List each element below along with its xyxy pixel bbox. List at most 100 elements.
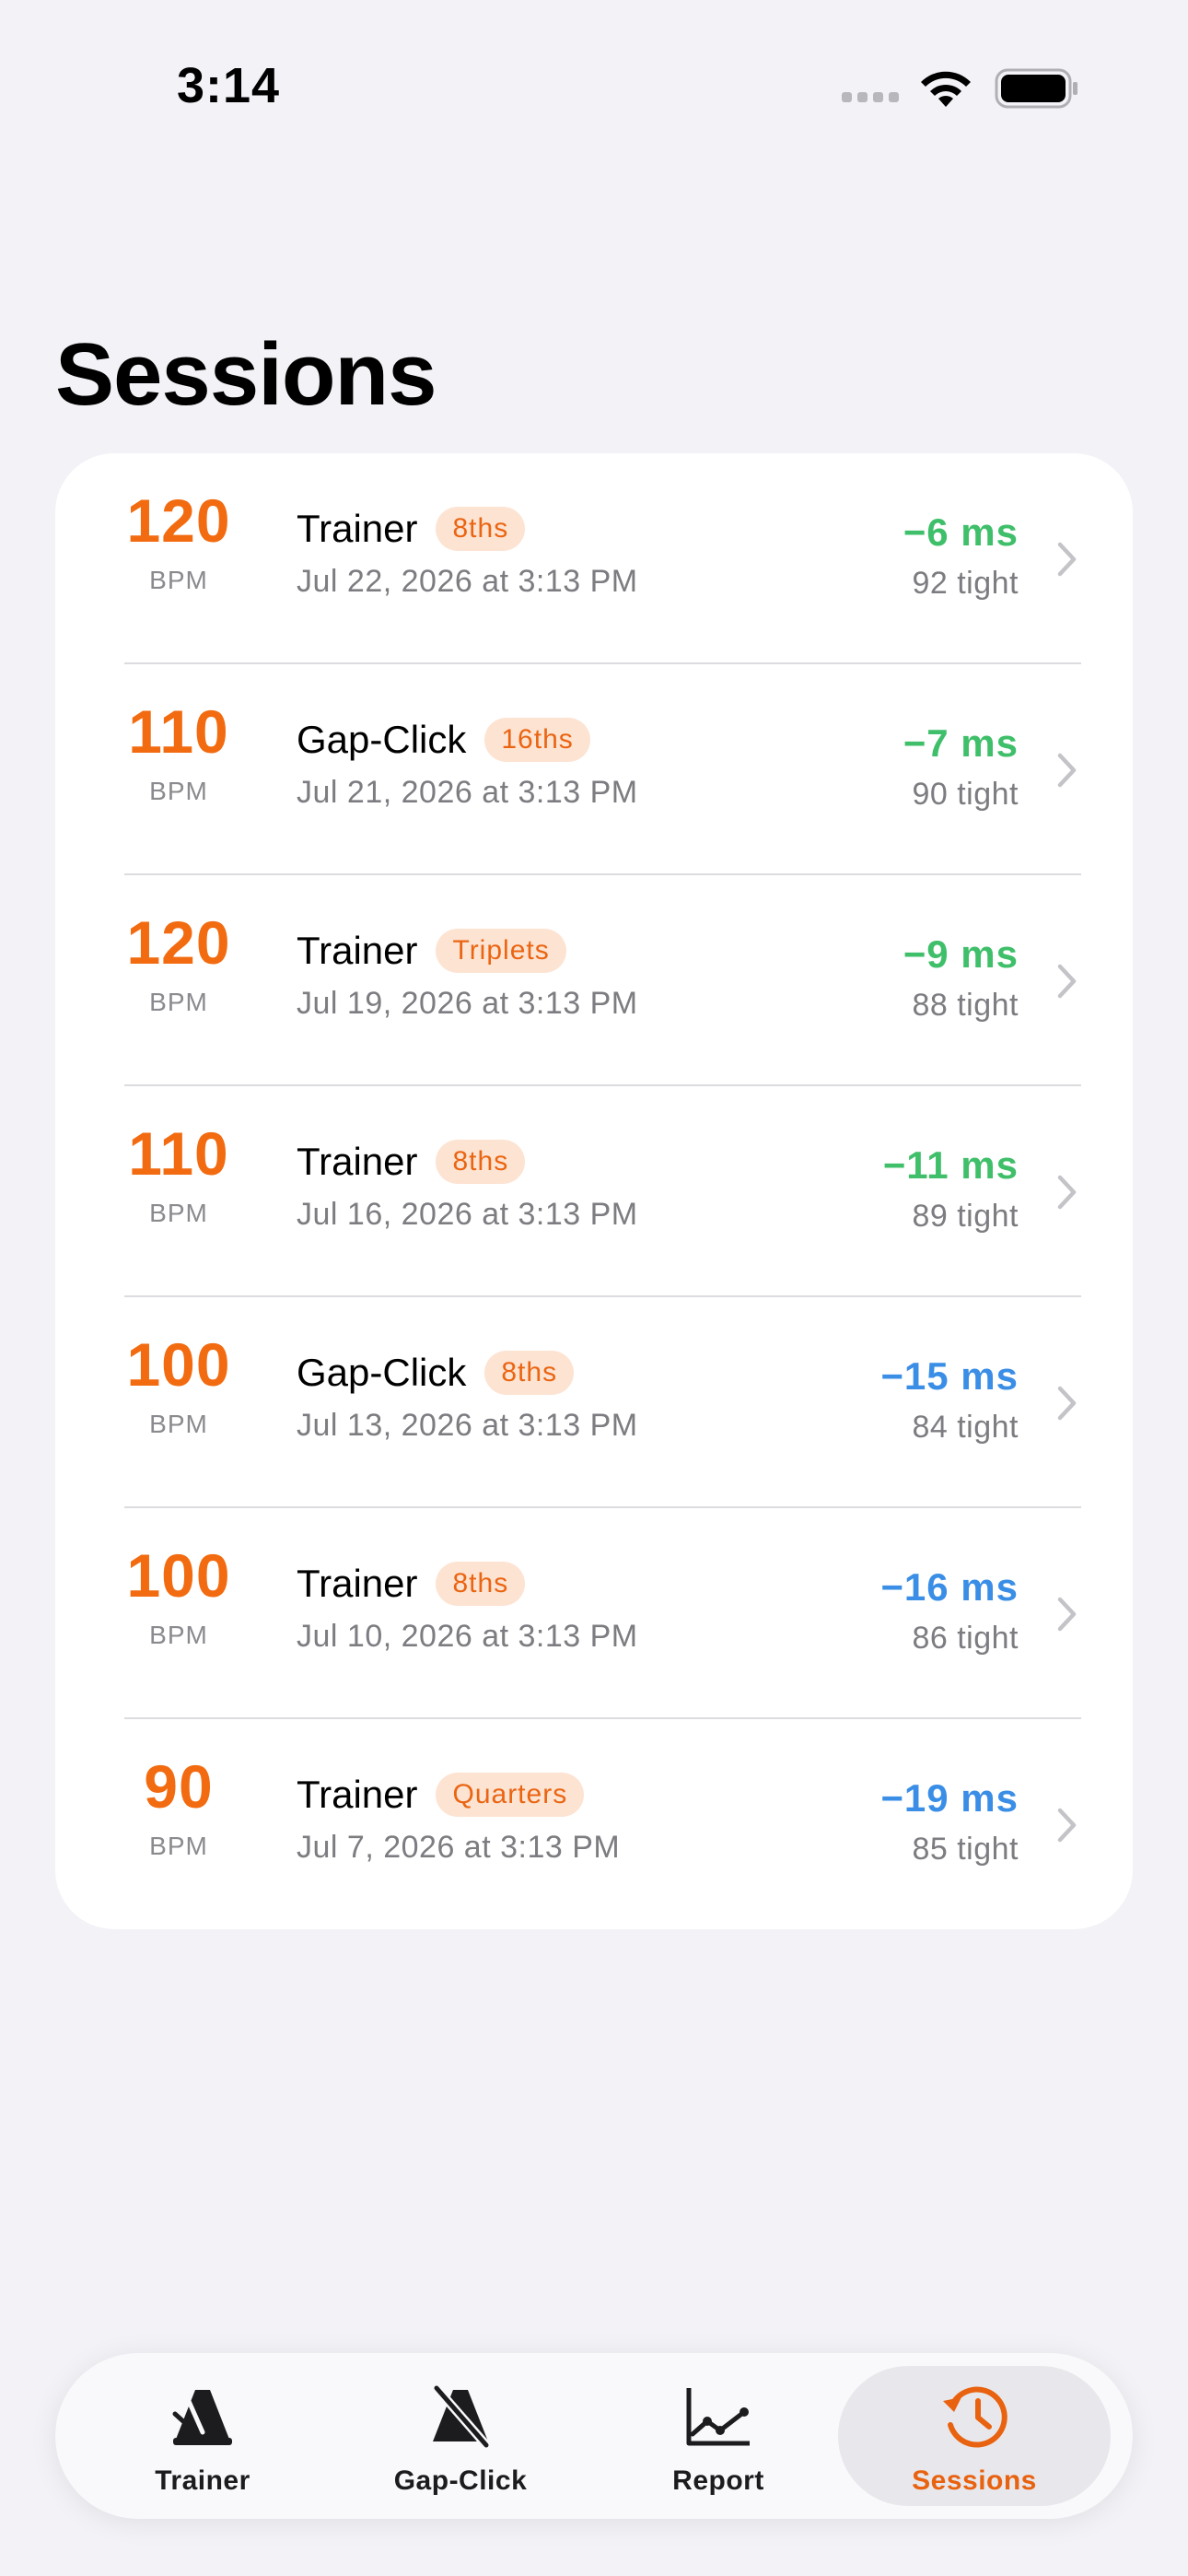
session-name: Trainer	[297, 1562, 418, 1605]
session-row[interactable]: 120 BPM Trainer 8ths Jul 22, 2026 at 3:1…	[55, 453, 1133, 664]
session-name: Trainer	[297, 929, 418, 972]
bpm-block: 100 BPM	[120, 1545, 238, 1650]
session-stats: −7 ms 90 tight	[903, 721, 1019, 813]
chevron-right-icon	[1057, 1808, 1077, 1843]
session-date: Jul 16, 2026 at 3:13 PM	[297, 1197, 638, 1232]
bpm-unit: BPM	[149, 988, 208, 1016]
session-name: Trainer	[297, 1773, 418, 1816]
timing-offset: −15 ms	[880, 1354, 1019, 1398]
session-date: Jul 10, 2026 at 3:13 PM	[297, 1619, 638, 1654]
bpm-value: 90	[144, 1752, 214, 1821]
tab-label: Report	[672, 2465, 764, 2496]
timing-offset: −9 ms	[903, 932, 1019, 976]
session-info: Gap-Click 16ths Jul 21, 2026 at 3:13 PM	[297, 718, 638, 811]
chevron-right-icon	[1057, 1386, 1077, 1421]
session-name: Trainer	[297, 1140, 418, 1183]
chevron-right-icon	[1057, 1597, 1077, 1632]
subdivision-badge: 16ths	[484, 718, 590, 762]
chevron-right-icon	[1057, 542, 1077, 577]
tab-sessions[interactable]: Sessions	[838, 2366, 1111, 2506]
tight-count: 89 tight	[912, 1199, 1019, 1234]
session-row[interactable]: 90 BPM Trainer Quarters Jul 7, 2026 at 3…	[55, 1719, 1133, 1930]
session-row[interactable]: 120 BPM Trainer Triplets Jul 19, 2026 at…	[55, 875, 1133, 1086]
session-date: Jul 13, 2026 at 3:13 PM	[297, 1408, 638, 1443]
bpm-block: 120 BPM	[120, 912, 238, 1017]
bpm-value: 100	[126, 1541, 231, 1610]
bpm-unit: BPM	[149, 1410, 208, 1438]
bpm-value: 110	[128, 697, 229, 766]
bpm-unit: BPM	[149, 566, 208, 594]
tight-count: 92 tight	[912, 566, 1019, 601]
session-date: Jul 22, 2026 at 3:13 PM	[297, 564, 638, 599]
session-info: Trainer 8ths Jul 10, 2026 at 3:13 PM	[297, 1562, 638, 1655]
status-time: 3:14	[177, 58, 281, 113]
session-stats: −11 ms 89 tight	[883, 1143, 1019, 1235]
session-stats: −6 ms 92 tight	[903, 510, 1019, 602]
subdivision-badge: Quarters	[436, 1773, 585, 1817]
tab-gap-click[interactable]: Gap-Click	[324, 2366, 597, 2506]
tab-label: Trainer	[155, 2465, 250, 2496]
session-date: Jul 19, 2026 at 3:13 PM	[297, 986, 638, 1021]
sessions-list: 120 BPM Trainer 8ths Jul 22, 2026 at 3:1…	[55, 453, 1133, 1929]
chart-line-icon	[686, 2388, 750, 2446]
session-row[interactable]: 100 BPM Gap-Click 8ths Jul 13, 2026 at 3…	[55, 1297, 1133, 1508]
chevron-right-icon	[1057, 1175, 1077, 1210]
tab-trainer[interactable]: Trainer	[66, 2366, 339, 2506]
session-row[interactable]: 100 BPM Trainer 8ths Jul 10, 2026 at 3:1…	[55, 1508, 1133, 1719]
subdivision-badge: Triplets	[436, 929, 566, 973]
session-info: Gap-Click 8ths Jul 13, 2026 at 3:13 PM	[297, 1351, 638, 1444]
session-row[interactable]: 110 BPM Trainer 8ths Jul 16, 2026 at 3:1…	[55, 1086, 1133, 1297]
session-stats: −19 ms 85 tight	[880, 1776, 1019, 1868]
bpm-block: 120 BPM	[120, 490, 238, 595]
subdivision-badge: 8ths	[436, 507, 526, 551]
bpm-unit: BPM	[149, 777, 208, 805]
session-stats: −16 ms 86 tight	[880, 1565, 1019, 1657]
bpm-block: 100 BPM	[120, 1334, 238, 1439]
session-info: Trainer 8ths Jul 22, 2026 at 3:13 PM	[297, 507, 638, 600]
session-stats: −15 ms 84 tight	[880, 1354, 1019, 1446]
battery-icon	[995, 68, 1077, 109]
session-info: Trainer Triplets Jul 19, 2026 at 3:13 PM	[297, 929, 638, 1022]
timing-offset: −11 ms	[882, 1143, 1019, 1187]
timing-offset: −16 ms	[880, 1565, 1019, 1609]
chevron-right-icon	[1057, 964, 1077, 999]
session-name: Trainer	[297, 507, 418, 550]
bpm-unit: BPM	[149, 1832, 208, 1860]
tight-count: 90 tight	[912, 777, 1019, 812]
tight-count: 88 tight	[912, 988, 1019, 1023]
bpm-unit: BPM	[149, 1621, 208, 1649]
tab-bar: Trainer Gap-Click Report Sessions	[55, 2353, 1133, 2519]
tab-label: Gap-Click	[393, 2465, 528, 2496]
wifi-icon	[921, 71, 971, 107]
tab-report[interactable]: Report	[582, 2366, 855, 2506]
bpm-block: 110 BPM	[120, 701, 238, 806]
page-title: Sessions	[55, 325, 437, 424]
cellular-signal-icon	[842, 92, 899, 102]
session-row[interactable]: 110 BPM Gap-Click 16ths Jul 21, 2026 at …	[55, 664, 1133, 875]
metronome-slash-icon	[432, 2384, 491, 2449]
timing-offset: −7 ms	[903, 721, 1019, 765]
session-stats: −9 ms 88 tight	[903, 932, 1019, 1024]
subdivision-badge: 8ths	[436, 1140, 526, 1184]
clock-history-icon	[943, 2386, 1007, 2448]
timing-offset: −19 ms	[880, 1776, 1019, 1820]
session-name: Gap-Click	[297, 1351, 467, 1394]
bpm-unit: BPM	[149, 1199, 208, 1227]
bpm-value: 100	[126, 1330, 231, 1399]
bpm-block: 110 BPM	[120, 1123, 238, 1228]
timing-offset: −6 ms	[903, 510, 1019, 554]
tight-count: 86 tight	[912, 1621, 1019, 1656]
tight-count: 84 tight	[912, 1410, 1019, 1445]
subdivision-badge: 8ths	[436, 1562, 526, 1606]
bpm-value: 110	[128, 1119, 229, 1188]
session-date: Jul 7, 2026 at 3:13 PM	[297, 1830, 621, 1865]
session-name: Gap-Click	[297, 718, 467, 761]
subdivision-badge: 8ths	[484, 1351, 575, 1395]
tight-count: 85 tight	[912, 1832, 1019, 1867]
bpm-value: 120	[126, 908, 231, 977]
session-date: Jul 21, 2026 at 3:13 PM	[297, 775, 638, 810]
session-info: Trainer Quarters Jul 7, 2026 at 3:13 PM	[297, 1773, 620, 1866]
status-bar: 3:14	[0, 0, 1188, 175]
tab-label: Sessions	[912, 2465, 1037, 2496]
bpm-value: 120	[126, 486, 231, 555]
